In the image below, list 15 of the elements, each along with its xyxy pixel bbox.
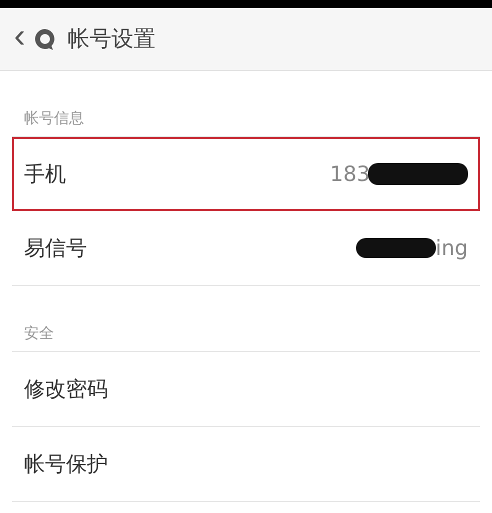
section-label: 帐号信息 bbox=[12, 109, 480, 137]
settings-row[interactable]: 修改密码 bbox=[12, 352, 480, 427]
back-button[interactable]: ‹ bbox=[10, 19, 30, 53]
settings-row[interactable]: 易信号 ing bbox=[12, 211, 480, 286]
row-label: 易信号 bbox=[24, 235, 87, 262]
row-value: ing bbox=[436, 236, 468, 260]
row-label: 修改密码 bbox=[24, 376, 108, 403]
row-label: 帐号保护 bbox=[24, 451, 108, 478]
section-label: 安全 bbox=[12, 324, 480, 352]
logo-icon bbox=[33, 27, 58, 51]
settings-row[interactable]: 帐号保护 bbox=[12, 427, 480, 502]
settings-row[interactable]: 手机 183 bbox=[12, 137, 480, 211]
row-value: 183 bbox=[330, 162, 370, 186]
row-label: 手机 bbox=[24, 161, 66, 188]
page-title: 帐号设置 bbox=[67, 26, 156, 54]
